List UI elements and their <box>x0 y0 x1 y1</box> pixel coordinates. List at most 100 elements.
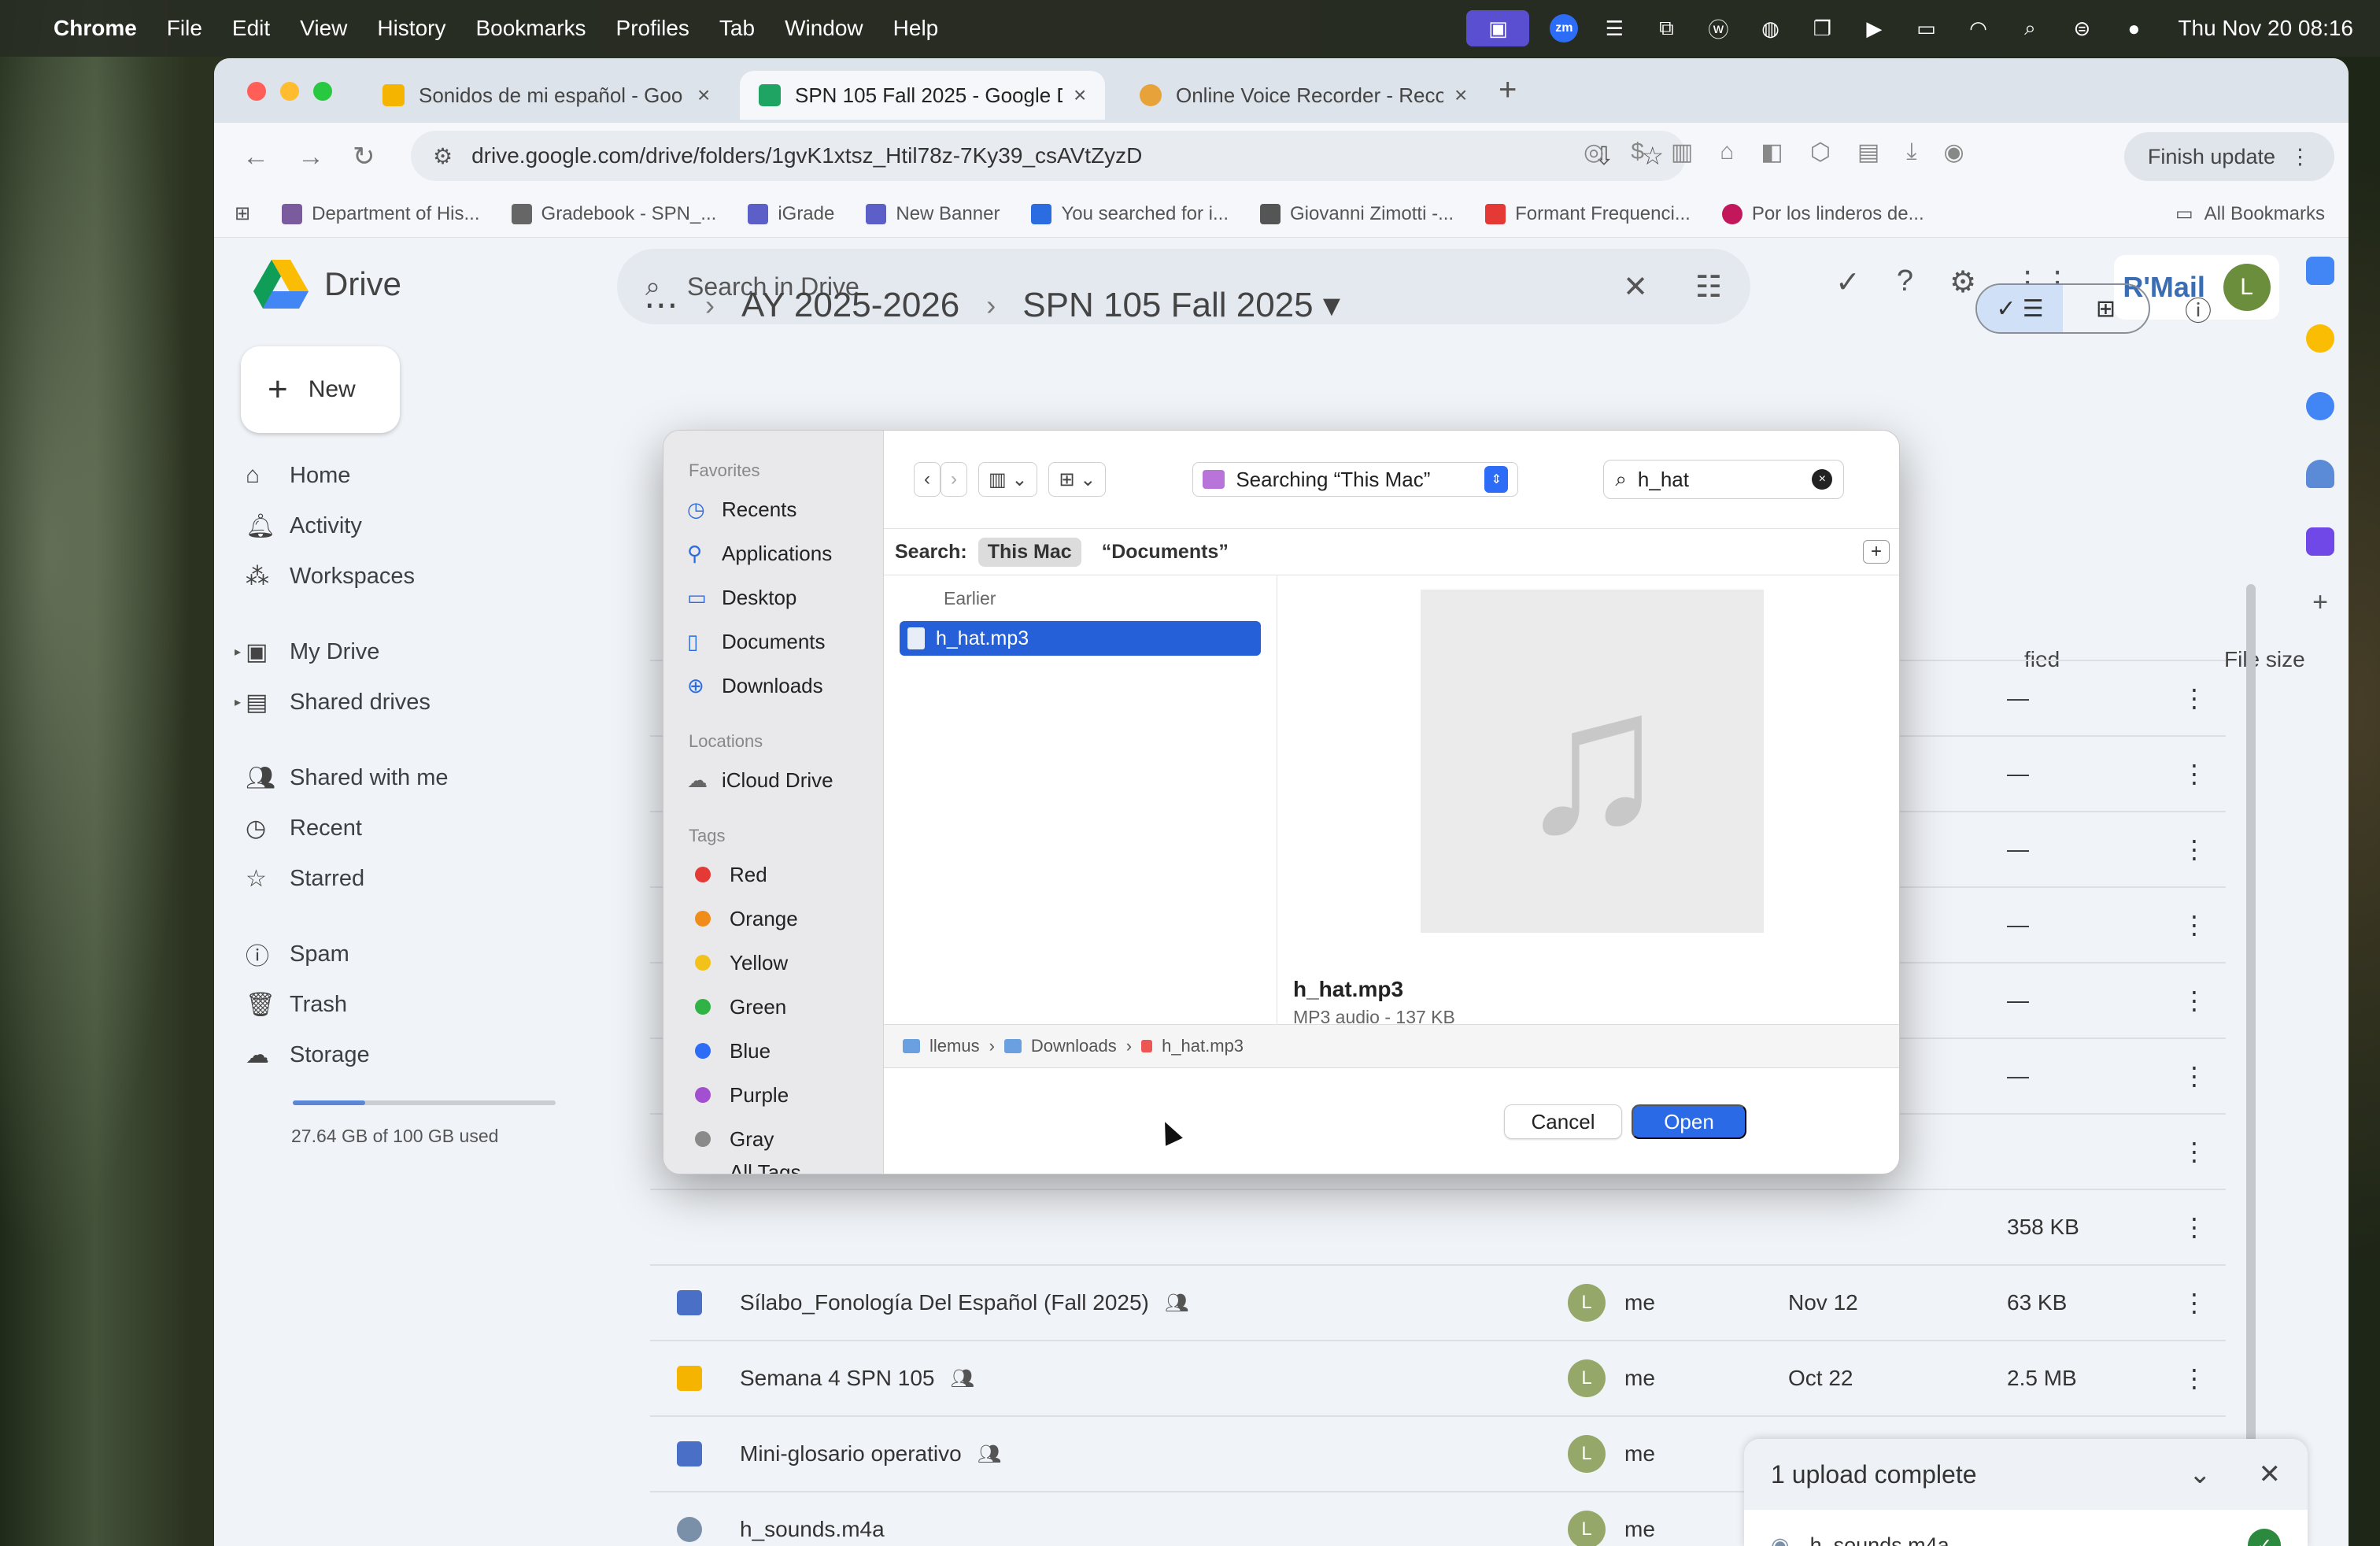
sidebar-item-icloud[interactable]: ☁ iCloud Drive <box>687 758 883 802</box>
reload-icon[interactable]: ↻ <box>353 141 375 172</box>
close-tab-icon[interactable]: × <box>697 83 710 108</box>
site-info-icon[interactable]: ⚙ <box>433 143 453 169</box>
bookmark-gradebook[interactable]: Gradebook - SPN_... <box>511 203 716 225</box>
bookmark-formant[interactable]: Formant Frequenci... <box>1485 203 1691 225</box>
more-actions-icon[interactable]: ⋮ <box>2182 986 2207 1015</box>
tag-gray[interactable]: Gray <box>687 1117 883 1161</box>
breadcrumb-item[interactable]: AY 2025-2026 <box>741 286 959 325</box>
more-actions-icon[interactable]: ⋮ <box>2182 1137 2207 1167</box>
bookmark-department[interactable]: Department of His... <box>282 203 480 225</box>
account-avatar[interactable]: L <box>2223 264 2271 311</box>
menu-clock[interactable]: Thu Nov 20 08:16 <box>2178 16 2353 41</box>
scope-this-mac-button[interactable]: This Mac <box>978 537 1081 567</box>
screen-share-icon[interactable]: ▣ <box>1466 10 1530 46</box>
sidebar-item-downloads[interactable]: ⊕ Downloads <box>687 664 883 708</box>
tag-blue[interactable]: Blue <box>687 1029 883 1073</box>
path-item[interactable]: Downloads <box>1031 1036 1117 1056</box>
extension-icon[interactable]: ◎ <box>1584 139 1604 166</box>
more-actions-icon[interactable]: ⋮ <box>2182 910 2207 940</box>
menu-app-name[interactable]: Chrome <box>54 16 137 41</box>
sidebar-item-applications[interactable]: ⚲ Applications <box>687 531 883 575</box>
sidebar-item-recents[interactable]: ◷ Recents <box>687 487 883 531</box>
sidebar-item-desktop[interactable]: ▭ Desktop <box>687 575 883 620</box>
table-row[interactable]: Semana 4 SPN 105 👥︎ Lme Oct 22 2.5 MB ⋮ <box>650 1340 2226 1415</box>
extension-icon[interactable]: ◧ <box>1761 139 1783 166</box>
grid-view-button[interactable]: ⊞ <box>2063 285 2149 332</box>
sidebar-item-documents[interactable]: ▯ Documents <box>687 620 883 664</box>
control-center-icon[interactable]: ⊜ <box>2066 15 2097 42</box>
help-icon[interactable]: ? <box>1897 264 1913 300</box>
puzzle-extensions-icon[interactable]: ⬡ <box>1810 139 1831 166</box>
offline-status-icon[interactable]: ✓ <box>1835 264 1861 300</box>
word-icon[interactable]: ⓦ <box>1702 15 1734 42</box>
reading-mode-icon[interactable]: ▤ <box>1857 139 1879 166</box>
sidebar-item-shared-drives[interactable]: ▸ ▤ Shared drives <box>235 677 592 727</box>
forward-chevron-icon[interactable]: › <box>941 462 967 497</box>
more-actions-icon[interactable]: ⋮ <box>2182 1363 2207 1393</box>
sidebar-item-shared-with-me[interactable]: 👥︎ Shared with me <box>246 753 592 803</box>
tab-spn105[interactable]: SPN 105 Fall 2025 - Google D × <box>740 71 1106 120</box>
list-item-selected-file[interactable]: h_hat.mp3 <box>900 621 1261 656</box>
tab-sonidos[interactable]: Sonidos de mi español - Goo × <box>364 71 729 120</box>
settings-gear-icon[interactable]: ⚙ <box>1949 264 1976 300</box>
tag-orange[interactable]: Orange <box>687 897 883 941</box>
battery-icon[interactable]: ▭ <box>1910 15 1942 42</box>
open-button[interactable]: Open <box>1632 1104 1746 1139</box>
all-bookmarks-button[interactable]: ▭ All Bookmarks <box>2175 202 2325 225</box>
drive-logo[interactable]: Drive <box>253 260 401 309</box>
bookmark-igrade[interactable]: iGrade <box>748 203 834 225</box>
tab-voice-recorder[interactable]: Online Voice Recorder - Reco × <box>1121 71 1486 120</box>
sidebar-item-home[interactable]: ⌂ Home <box>246 450 592 501</box>
table-row[interactable]: Sílabo_Fonología Del Español (Fall 2025)… <box>650 1264 2226 1340</box>
menu-profiles[interactable]: Profiles <box>616 16 689 41</box>
tag-all-tags[interactable]: All Tags... <box>687 1161 883 1174</box>
more-actions-icon[interactable]: ⋮ <box>2182 834 2207 864</box>
add-addon-plus-icon[interactable]: + <box>2306 587 2334 617</box>
upload-item[interactable]: ◉ h_sounds.m4a ✓ <box>1744 1510 2308 1546</box>
more-actions-icon[interactable]: ⋮ <box>2182 1212 2207 1242</box>
add-criteria-plus-icon[interactable]: + <box>1863 540 1890 564</box>
tag-red[interactable]: Red <box>687 853 883 897</box>
wifi-icon[interactable]: ◠ <box>1962 15 1994 42</box>
sidebar-item-activity[interactable]: 🔔︎ Activity <box>246 501 592 551</box>
windows-icon[interactable]: ❐ <box>1806 15 1838 42</box>
forward-arrow-icon[interactable]: → <box>298 142 324 172</box>
breadcrumb-current[interactable]: SPN 105 Fall 2025 ▾ <box>1022 285 1340 325</box>
bookmark-new-banner[interactable]: New Banner <box>866 203 1000 225</box>
close-icon[interactable]: ✕ <box>2259 1459 2282 1490</box>
sidebar-item-storage[interactable]: ☁ Storage <box>246 1030 592 1080</box>
sidebar-item-my-drive[interactable]: ▸ ▣ My Drive <box>235 627 592 677</box>
sidebar-item-spam[interactable]: ⓘ Spam <box>246 929 592 979</box>
close-tab-icon[interactable]: × <box>1454 83 1467 108</box>
bookmark-you-searched[interactable]: You searched for i... <box>1031 203 1229 225</box>
bookmark-giovanni[interactable]: Giovanni Zimotti -... <box>1260 203 1454 225</box>
sidebar-item-starred[interactable]: ☆ Starred <box>246 853 592 904</box>
menu-view[interactable]: View <box>300 16 347 41</box>
back-arrow-icon[interactable]: ← <box>242 142 269 172</box>
location-popup[interactable]: Searching “This Mac” ⇕ <box>1192 462 1519 497</box>
extension-icon[interactable]: $ <box>1631 139 1644 166</box>
path-item[interactable]: h_hat.mp3 <box>1162 1036 1244 1056</box>
address-bar[interactable]: ⚙ drive.google.com/drive/folders/1gvK1xt… <box>411 131 1686 181</box>
more-actions-icon[interactable]: ⋮ <box>2182 1061 2207 1091</box>
sidebar-item-workspaces[interactable]: ⁂ Workspaces <box>246 551 592 601</box>
menu-file[interactable]: File <box>167 16 202 41</box>
group-by-button[interactable]: ⊞ ⌄ <box>1048 462 1107 497</box>
extension-icon[interactable]: ⌂ <box>1720 139 1734 166</box>
sidebar-item-trash[interactable]: 🗑︎ Trash <box>246 979 592 1030</box>
keep-icon[interactable] <box>2306 324 2334 353</box>
tag-purple[interactable]: Purple <box>687 1073 883 1117</box>
info-icon[interactable]: ⓘ <box>2185 290 2212 328</box>
zoom-window-button[interactable] <box>313 82 332 101</box>
menu-edit[interactable]: Edit <box>232 16 270 41</box>
collapse-chevron-icon[interactable]: ⌄ <box>2189 1459 2212 1490</box>
addon-icon[interactable] <box>2306 527 2334 556</box>
more-actions-icon[interactable]: ⋮ <box>2182 683 2207 713</box>
play-icon[interactable]: ▶ <box>1858 15 1890 42</box>
download-icon[interactable]: ⤓ <box>1906 139 1916 166</box>
extension-menu-icon[interactable]: ⧉ <box>1650 15 1682 42</box>
tag-green[interactable]: Green <box>687 985 883 1029</box>
clear-search-icon[interactable]: ✕ <box>1623 269 1648 305</box>
contacts-icon[interactable] <box>2306 460 2334 488</box>
menu-window[interactable]: Window <box>785 16 863 41</box>
